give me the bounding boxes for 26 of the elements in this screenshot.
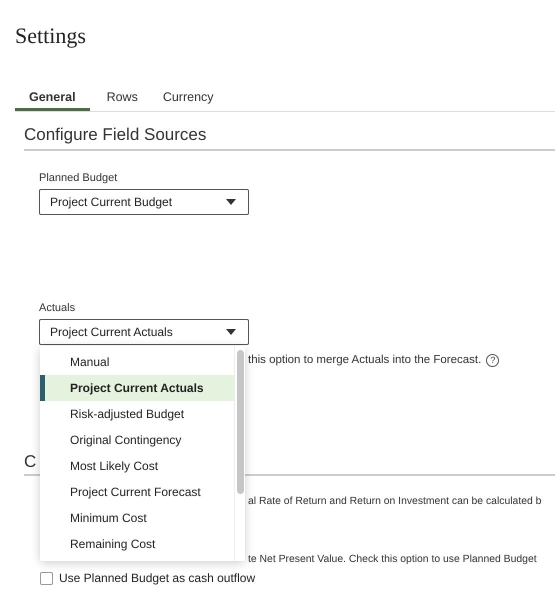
dropdown-option[interactable]: Original Contingency	[40, 427, 234, 453]
dropdown[interactable]: Project Current Actuals	[39, 319, 249, 345]
dropdown-option[interactable]: Most Likely Cost	[40, 453, 234, 479]
section-heading: Configure Field Sources	[24, 124, 555, 151]
dropdown-option[interactable]: Minimum Cost	[40, 505, 234, 531]
field-label: Actuals	[39, 301, 76, 315]
tab[interactable]: Currency	[152, 86, 225, 111]
help-text: this option to merge Actuals into the Forecast.	[248, 354, 482, 366]
caret-icon	[226, 329, 236, 335]
checkbox-label: Use Planned Budget as cash outflow	[59, 571, 256, 585]
dropdown-option[interactable]: Manual	[40, 349, 234, 375]
description-text: al Rate of Return and Return on Investment can be calculated b	[248, 496, 542, 507]
dropdown-option[interactable]: Remaining Cost	[40, 531, 234, 557]
tab[interactable]: General	[15, 86, 90, 111]
caret-icon	[226, 199, 236, 205]
dropdown[interactable]: Project Current Budget	[39, 189, 249, 215]
checkbox[interactable]	[40, 572, 53, 584]
tab[interactable]: Rows	[90, 86, 152, 111]
help-icon[interactable]: ?	[486, 354, 500, 366]
page-title: Settings	[15, 22, 87, 50]
scrollbar[interactable]	[237, 350, 244, 494]
field-label: Planned Budget	[39, 171, 118, 185]
dropdown-option[interactable]: Project Current Forecast	[40, 479, 234, 505]
dropdown-option[interactable]: Risk-adjusted Budget	[40, 401, 234, 427]
description-text: te Net Present Value. Check this option to use Planned Budget	[248, 554, 538, 565]
dropdown-option[interactable]: Project Current Actuals	[40, 375, 234, 401]
